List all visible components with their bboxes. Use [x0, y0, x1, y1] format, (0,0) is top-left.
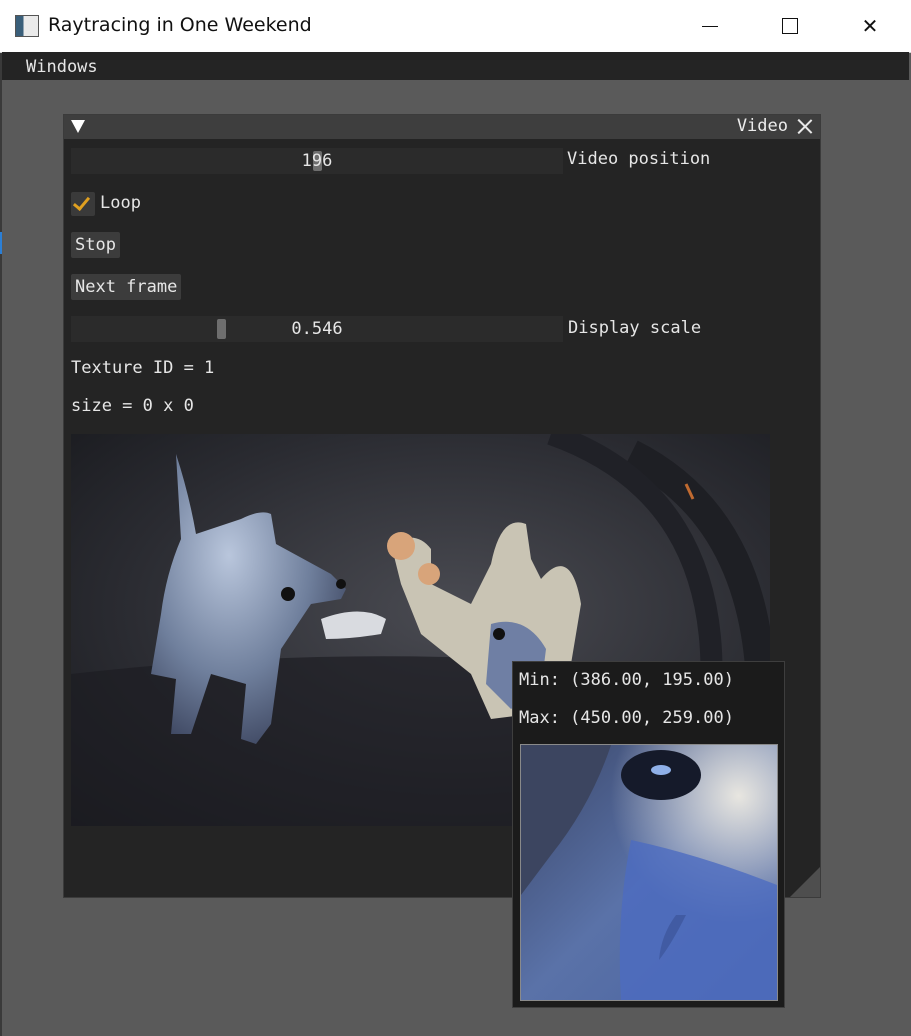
menu-bar: Windows [2, 52, 909, 80]
tooltip-min-text: Min: (386.00, 195.00) [519, 670, 734, 690]
close-icon: ✕ [861, 14, 879, 38]
video-position-slider[interactable]: 196 [71, 148, 563, 174]
loop-label: Loop [100, 193, 141, 213]
video-window-title-bar[interactable]: Video [64, 115, 820, 139]
stop-button[interactable]: Stop [71, 232, 120, 258]
video-position-value: 196 [301, 151, 333, 171]
display-scale-value: 0.546 [291, 319, 343, 339]
minimize-button[interactable] [670, 0, 750, 52]
video-window-title: Video [736, 116, 788, 136]
maximize-button[interactable] [750, 0, 830, 52]
video-window-close-icon[interactable] [796, 116, 814, 136]
size-text: size = 0 x 0 [71, 396, 194, 416]
left-edge [0, 52, 2, 1036]
checkmark-icon [72, 192, 91, 212]
display-scale-slider[interactable]: 0.546 [71, 316, 563, 342]
loop-checkbox[interactable] [71, 192, 95, 216]
display-scale-label: Display scale [568, 318, 702, 338]
tooltip-max-text: Max: (450.00, 259.00) [519, 708, 734, 728]
app-icon [15, 15, 39, 37]
zoomed-region-image [520, 744, 778, 1001]
next-frame-button[interactable]: Next frame [71, 274, 182, 300]
menu-windows[interactable]: Windows [26, 57, 98, 77]
resize-grip[interactable] [790, 867, 820, 897]
maximize-icon [782, 18, 798, 34]
left-edge-marker [0, 232, 2, 254]
app-title: Raytracing in One Weekend [48, 14, 312, 36]
minimize-icon [702, 25, 718, 27]
collapse-triangle-icon[interactable] [71, 120, 85, 133]
video-position-label: Video position [567, 149, 711, 169]
zoomed-region-graphic [521, 745, 777, 1000]
texture-id-text: Texture ID = 1 [71, 358, 215, 378]
zoom-tooltip: Min: (386.00, 195.00) Max: (450.00, 259.… [512, 661, 785, 1008]
os-title-bar: Raytracing in One Weekend ✕ [0, 0, 911, 53]
close-button[interactable]: ✕ [830, 0, 910, 52]
